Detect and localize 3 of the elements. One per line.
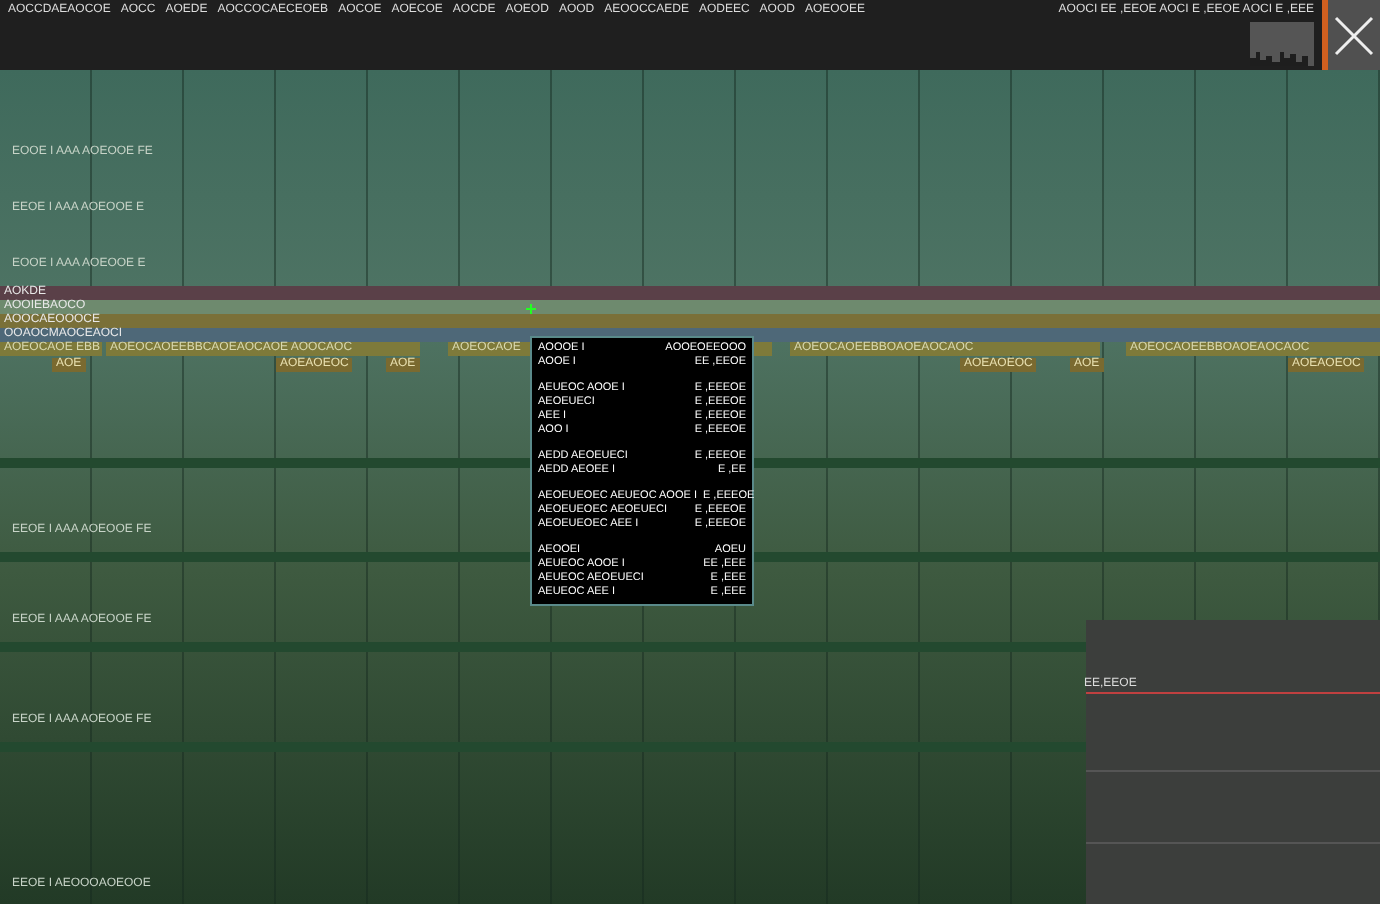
close-button[interactable] <box>1322 0 1380 70</box>
close-icon <box>1332 13 1376 57</box>
crosshair-icon <box>526 304 536 314</box>
